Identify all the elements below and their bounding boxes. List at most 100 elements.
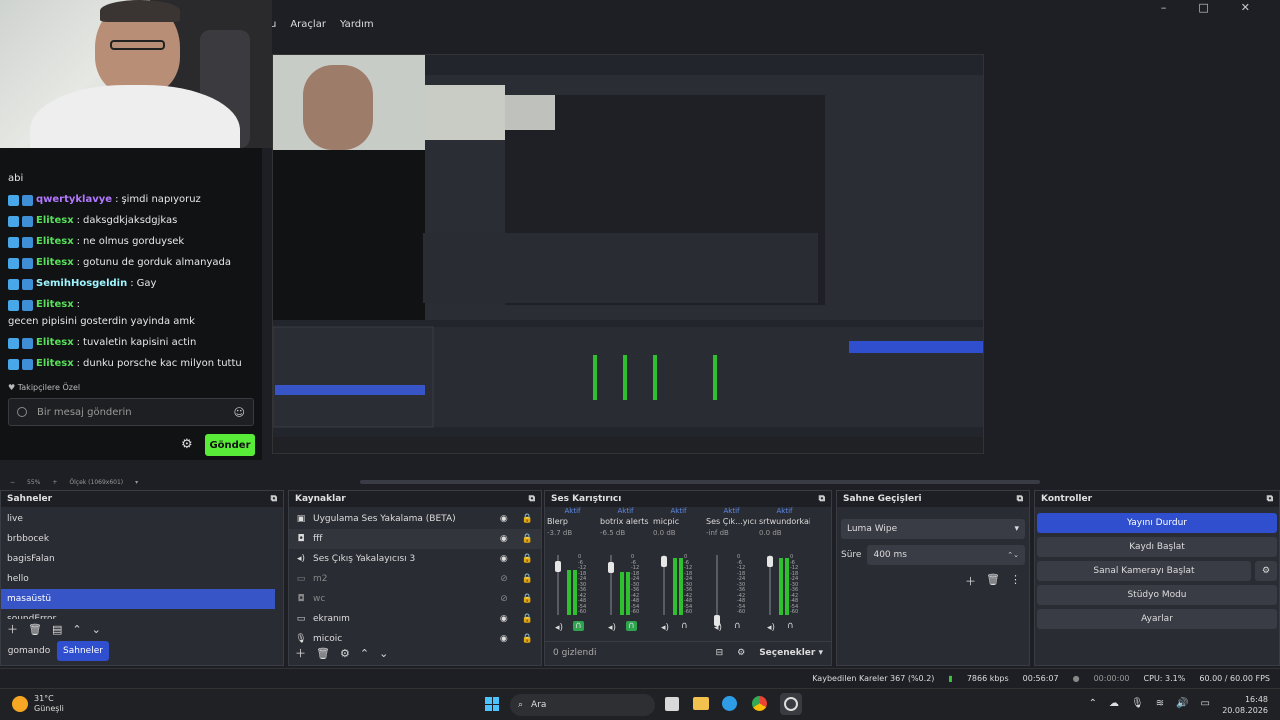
chat-username[interactable]: Elitesx [36,357,74,371]
source-item[interactable]: ▭ m2 ⊘ 🔒 [289,569,541,589]
onedrive-icon[interactable]: ☁ [1109,698,1119,709]
headphones-icon[interactable]: ∩ [573,621,584,631]
volume-icon[interactable]: 🔊 [1176,698,1188,709]
clock[interactable]: 16:48 20.08.2026 [1222,694,1268,716]
move-down-icon[interactable]: ⌄ [92,623,101,636]
stop-streaming-button[interactable]: Yayını Durdur [1037,513,1277,533]
volume-slider-knob[interactable] [555,561,561,572]
lock-icon[interactable]: 🔒 [522,554,533,564]
tab-sahneler[interactable]: Sahneler [57,641,109,661]
scale-dropdown-icon[interactable]: ▾ [135,479,138,486]
mixer-layout-icon[interactable]: ⊟ [716,648,724,658]
start-recording-button[interactable]: Kaydı Başlat [1037,537,1277,557]
chevron-up-icon[interactable]: ⌃ [1089,698,1097,709]
eye-hidden-icon[interactable]: ⊘ [500,574,508,584]
lock-icon[interactable]: 🔒 [522,574,533,584]
add-scene-icon[interactable]: ＋ [7,621,18,637]
scene-item[interactable]: masaüstü [1,589,275,609]
scene-item[interactable]: soundError [1,609,275,619]
send-button[interactable]: Gönder [205,434,255,456]
stepper-icon[interactable]: ⌃⌄ [1007,551,1019,559]
lock-icon[interactable]: 🔒 [522,514,533,524]
zoom-level[interactable]: 55% [27,479,40,486]
move-down-icon[interactable]: ⌄ [379,647,388,660]
transition-menu-icon[interactable]: ⋮ [1010,573,1021,589]
chrome-icon[interactable] [752,696,767,711]
file-explorer-icon[interactable] [693,697,709,710]
zoom-out-button[interactable]: − [10,479,15,486]
emoji-icon[interactable]: ☺ [234,406,245,419]
transition-select[interactable]: Luma Wipe ▾ [841,519,1025,539]
obs-taskbar-button[interactable] [780,693,802,715]
weather-icon[interactable] [12,696,28,712]
undock-icon[interactable]: ⧉ [1017,494,1023,504]
lock-icon[interactable]: 🔒 [522,614,533,624]
minimize-icon[interactable]: – [1161,1,1167,14]
chat-username[interactable]: SemihHosgeldin [36,277,127,291]
mixer-options-button[interactable]: Seçenekler ▾ [759,648,823,658]
speaker-icon[interactable]: ◂) [555,623,563,633]
source-item[interactable]: ◘ wc ⊘ 🔒 [289,589,541,609]
scene-filters-icon[interactable]: ▤ [52,623,62,636]
channel-name[interactable]: srtwundorkai [759,517,810,529]
chat-username[interactable]: Elitesx [36,235,74,249]
volume-track[interactable] [716,555,718,615]
volume-slider-knob[interactable] [608,561,614,573]
delete-transition-icon[interactable]: 🗑 [986,573,1000,589]
eye-icon[interactable]: ◉ [500,634,508,643]
lock-icon[interactable]: 🔒 [522,634,533,643]
edge-icon[interactable] [722,696,737,711]
duration-input[interactable]: 400 ms ⌃⌄ [867,545,1025,565]
source-item[interactable]: ◂) Ses Çıkış Yakalayıcısı 3 ◉ 🔒 [289,549,541,569]
eye-icon[interactable]: ◉ [500,514,508,524]
undock-icon[interactable]: ⧉ [819,494,825,504]
settings-button[interactable]: Ayarlar [1037,609,1277,629]
chat-username[interactable]: Elitesx [36,336,74,350]
volume-slider-knob[interactable] [767,556,773,568]
channel-name[interactable]: Blerp [547,517,598,529]
volume-slider-knob[interactable] [661,556,667,568]
headphones-icon[interactable]: ∩ [626,621,637,631]
source-item[interactable]: ▭ ekranım ◉ 🔒 [289,609,541,629]
weather-widget[interactable]: 31°C Güneşli [34,694,64,714]
headphones-icon[interactable]: ∩ [679,621,690,631]
maximize-icon[interactable]: □ [1198,1,1208,14]
undock-icon[interactable]: ⧉ [271,494,277,504]
tab-gomando[interactable]: gomando [3,641,55,661]
chat-input[interactable]: Bir mesaj gönderin ☺ [8,398,254,426]
source-item[interactable]: ◘ fff ◉ 🔒 [289,529,541,549]
battery-icon[interactable]: ▭ [1201,698,1210,709]
scene-item[interactable]: brbbocek [1,529,275,549]
start-virtual-camera-button[interactable]: Sanal Kamerayı Başlat [1037,561,1251,581]
chat-badge-icon[interactable] [17,407,27,417]
eye-hidden-icon[interactable]: ⊘ [500,594,508,604]
scene-item[interactable]: live [1,509,275,529]
add-transition-icon[interactable]: ＋ [965,573,976,589]
move-up-icon[interactable]: ⌃ [72,623,81,636]
chat-username[interactable]: Elitesx [36,214,74,228]
wifi-icon[interactable]: ≋ [1156,698,1164,709]
speaker-icon[interactable]: ◂) [608,623,616,633]
scene-item[interactable]: hello [1,569,275,589]
studio-mode-button[interactable]: Stüdyo Modu [1037,585,1277,605]
lock-icon[interactable]: 🔒 [522,594,533,604]
virtual-camera-settings-gear-icon[interactable]: ⚙ [1255,561,1277,581]
chat-username[interactable]: Elitesx [36,256,74,270]
move-up-icon[interactable]: ⌃ [360,647,369,660]
eye-icon[interactable]: ◉ [500,614,508,624]
menu-item-help[interactable]: Yardım [340,19,374,30]
source-properties-gear-icon[interactable]: ⚙ [340,647,350,660]
channel-name[interactable]: micpic [653,517,704,529]
headphones-icon[interactable]: ∩ [732,621,743,631]
speaker-icon[interactable]: ◂) [714,623,722,633]
taskbar-search[interactable]: ⌕ Ara [510,694,655,716]
headphones-icon[interactable]: ∩ [785,621,796,631]
undock-icon[interactable]: ⧉ [529,494,535,504]
mixer-advanced-icon[interactable]: ⚙ [737,648,745,658]
channel-name[interactable]: botrix alerts [600,517,651,529]
scene-item[interactable]: bagisFalan [1,549,275,569]
chat-settings-gear-icon[interactable]: ⚙ [181,437,193,452]
obs-preview[interactable] [272,54,984,454]
eye-icon[interactable]: ◉ [500,554,508,564]
eye-icon[interactable]: ◉ [500,534,508,544]
